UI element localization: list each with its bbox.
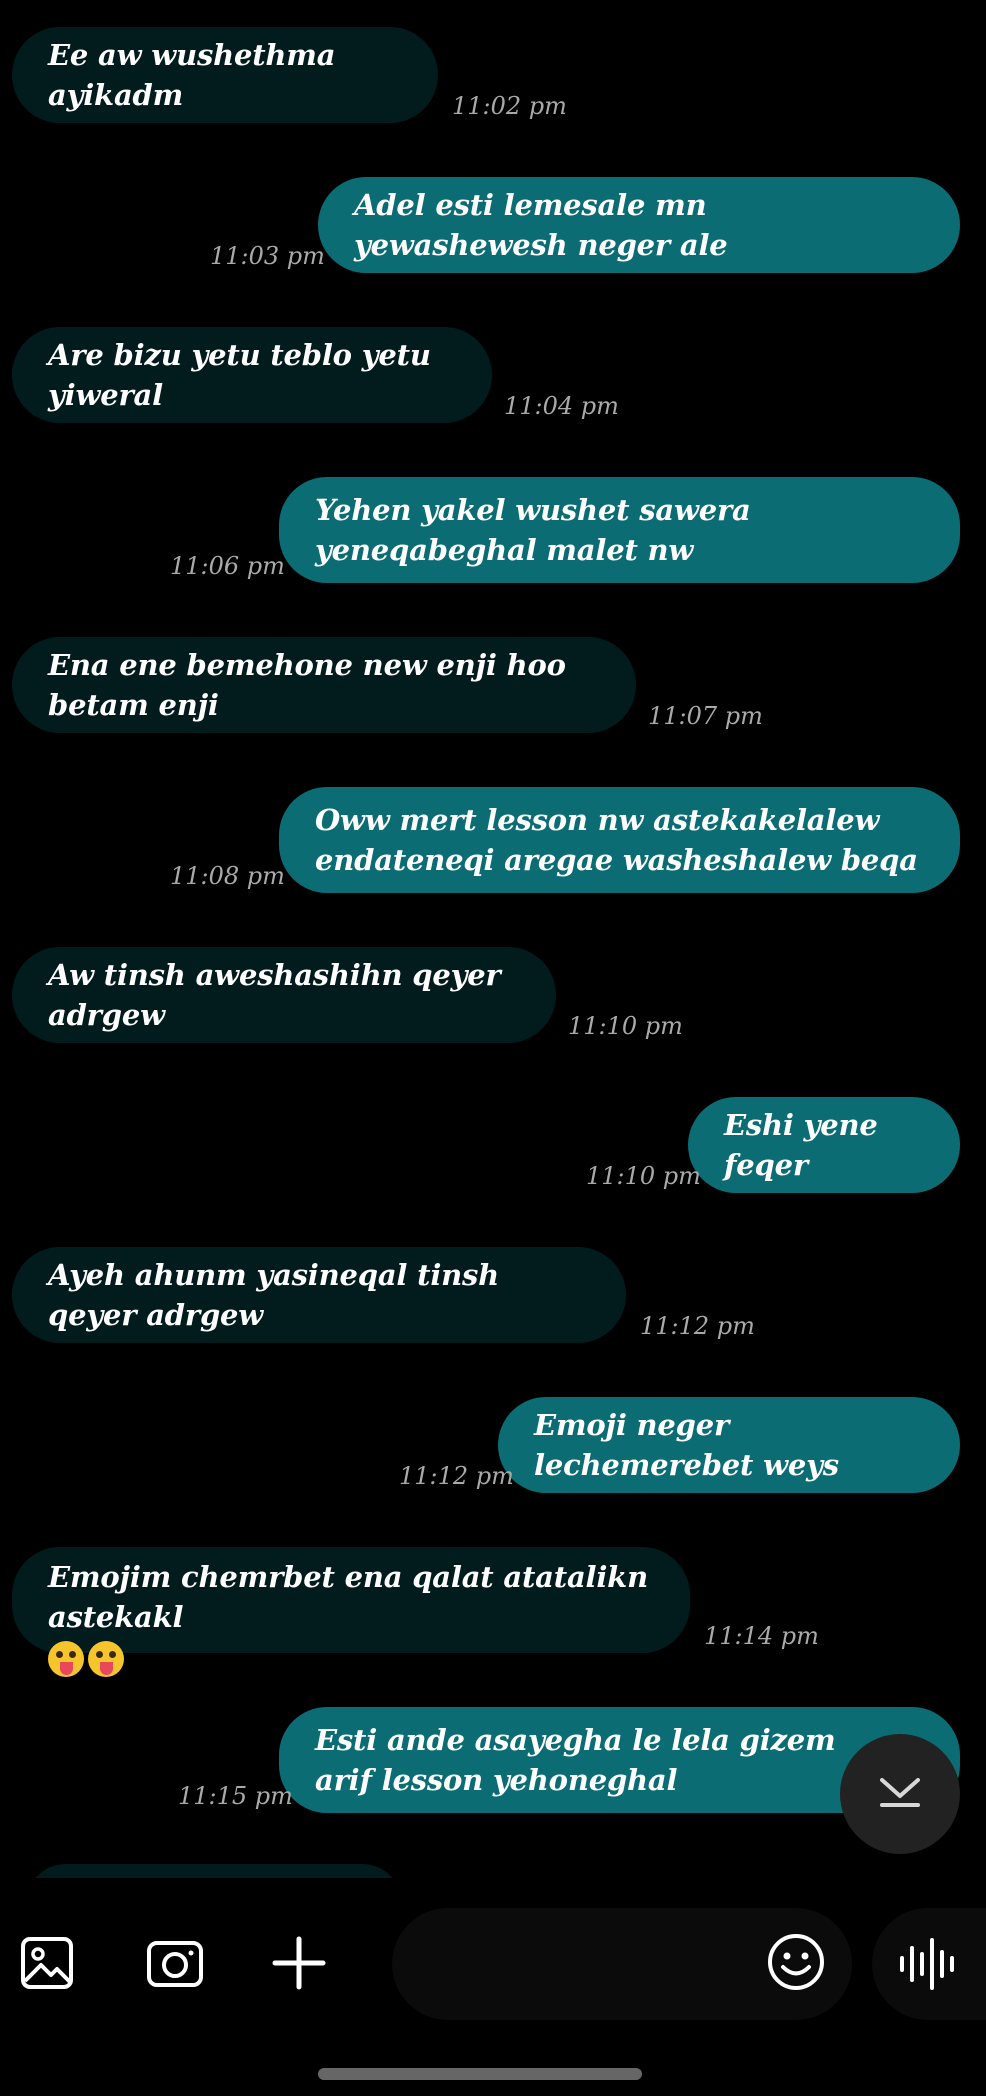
message-timestamp: 11:03 pm [210,242,325,270]
message-outgoing[interactable]: Yehen yakel wushet sawera yeneqabeghal m… [279,477,960,583]
message-bubble[interactable]: Yehen yakel wushet sawera yeneqabeghal m… [279,477,960,583]
message-timestamp: 11:12 pm [640,1312,755,1340]
message-input-container[interactable] [392,1908,852,2022]
message-timestamp: 11:02 pm [452,92,567,120]
smiley-icon [766,1932,826,1996]
message-text: Ee aw wushethma ayikadm [48,38,336,112]
camera-icon [145,1935,205,1995]
home-indicator[interactable] [318,2068,642,2080]
voice-message-button[interactable] [872,1908,986,2020]
message-incoming[interactable]: Aw tinsh aweshashihn qeyer adrgew [12,947,556,1043]
waveform-icon [898,1936,958,1996]
chevron-down-icon [876,1774,924,1814]
message-timestamp: 11:12 pm [399,1462,514,1490]
message-text: Eshi yene feqer [724,1108,878,1182]
emoji-button[interactable] [762,1930,830,1998]
message-input[interactable] [422,1908,786,2022]
message-text: Oww mert lesson nw astekakelalew endaten… [315,803,918,877]
add-button[interactable] [266,1932,332,1998]
message-text: Ena ene bemehone new enji hoo betam enji [48,648,566,722]
camera-button[interactable] [140,1932,210,1998]
message-text: Yehen yakel wushet sawera yeneqabeghal m… [315,493,751,567]
message-incoming[interactable]: Ena ene bemehone new enji hoo betam enji [12,637,636,733]
message-bubble[interactable]: Ayeh ahunm yasineqal tinsh qeyer adrgew [12,1247,626,1343]
message-bubble[interactable]: Are bizu yetu teblo yetu yiweral [12,327,492,423]
message-timestamp: 11:07 pm [648,702,763,730]
message-timestamp: 11:10 pm [568,1012,683,1040]
message-bubble[interactable]: Emojim chemrbet ena qalat atatalikn aste… [12,1547,690,1677]
message-outgoing[interactable]: Eshi yene feqer [688,1097,960,1193]
message-incoming[interactable]: Ee aw wushethma ayikadm [12,27,438,123]
message-incoming[interactable]: Emojim chemrbet ena qalat atatalikn aste… [12,1547,690,1677]
message-bubble[interactable]: Emoji neger lechemerebet weys [498,1397,960,1493]
zany-face-emoji [48,1641,84,1677]
message-text: Are bizu yetu teblo yetu yiweral [48,338,431,412]
message-bubble[interactable]: Aw tinsh aweshashihn qeyer adrgew [12,947,556,1043]
message-text: Ayeh ahunm yasineqal tinsh qeyer adrgew [48,1258,500,1332]
message-text: Esti ande asayegha le lela gizem arif le… [315,1723,836,1797]
message-incoming[interactable]: Are bizu yetu teblo yetu yiweral [12,327,492,423]
message-bubble[interactable]: Ena ene bemehone new enji hoo betam enji [12,637,636,733]
message-timestamp: 11:06 pm [170,552,285,580]
message-timestamp: 11:15 pm [178,1782,293,1810]
message-list[interactable]: Ee aw wushethma ayikadm 11:02 pm Adel es… [0,0,986,1878]
message-bubble[interactable]: Eshi yene feqer [688,1097,960,1193]
message-bubble[interactable]: Oww mert lesson nw astekakelalew endaten… [279,787,960,893]
message-bubble[interactable]: Adel esti lemesale mn yewashewesh neger … [318,177,960,273]
message-timestamp: 11:08 pm [170,862,285,890]
message-bubble-partial [26,1864,402,1878]
message-outgoing[interactable]: Adel esti lemesale mn yewashewesh neger … [318,177,960,273]
plus-icon [271,1935,327,1995]
emoji-row [48,1637,654,1677]
message-outgoing[interactable]: Oww mert lesson nw astekakelalew endaten… [279,787,960,893]
image-icon [19,1935,75,1995]
message-incoming[interactable]: Ayeh ahunm yasineqal tinsh qeyer adrgew [12,1247,626,1343]
message-text: Emoji neger lechemerebet weys [534,1408,839,1482]
message-timestamp: 11:14 pm [704,1622,819,1650]
message-text: Emojim chemrbet ena qalat atatalikn aste… [48,1560,648,1634]
scroll-down-button[interactable] [840,1734,960,1854]
message-text: Aw tinsh aweshashihn qeyer adrgew [48,958,501,1032]
message-outgoing[interactable]: Emoji neger lechemerebet weys [498,1397,960,1493]
message-timestamp: 11:04 pm [504,392,619,420]
gallery-button[interactable] [14,1932,80,1998]
zany-face-emoji [88,1641,124,1677]
message-text: Adel esti lemesale mn yewashewesh neger … [354,188,728,262]
message-timestamp: 11:10 pm [586,1162,701,1190]
message-bubble[interactable]: Ee aw wushethma ayikadm [12,27,438,123]
